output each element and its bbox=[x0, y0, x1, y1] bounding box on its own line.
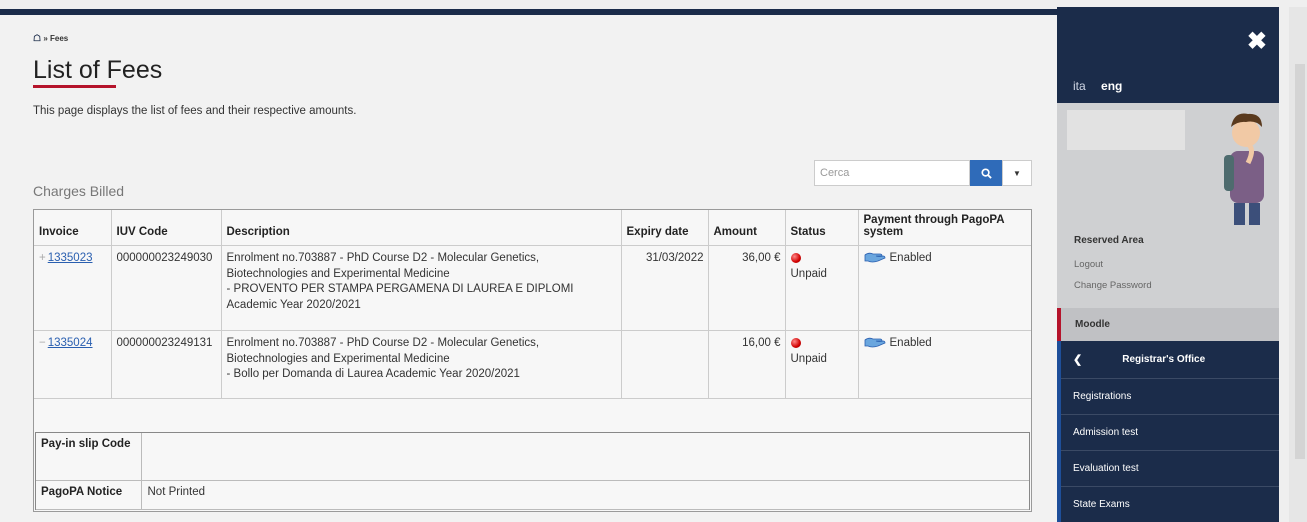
avatar bbox=[1224, 113, 1264, 225]
pay-in-slip-value bbox=[141, 433, 1029, 481]
col-payment-pagopa: Payment through PagoPA system bbox=[858, 210, 1031, 246]
side-menu-header: ✖ ita eng bbox=[1057, 7, 1279, 103]
page-description: This page displays the list of fees and … bbox=[33, 105, 357, 117]
payment-cell: Enabled bbox=[858, 330, 1031, 399]
main-content: ☖ » Fees List of Fees This page displays… bbox=[0, 15, 1057, 522]
pagopa-hand-icon bbox=[864, 253, 885, 263]
description-line: - PROVENTO PER STAMPA PERGAMENA DI LAURE… bbox=[226, 283, 574, 296]
lang-eng[interactable]: eng bbox=[1101, 79, 1122, 93]
close-icon[interactable]: ✖ bbox=[1247, 27, 1267, 56]
invoice-cell: −1335024 bbox=[34, 330, 112, 399]
col-status: Status bbox=[785, 210, 859, 246]
pagopa-hand-icon bbox=[864, 338, 885, 348]
payment-cell: Enabled bbox=[858, 245, 1031, 331]
pay-in-slip-label: Pay-in slip Code bbox=[36, 433, 142, 481]
pagopa-notice-value: Not Printed bbox=[141, 480, 1029, 510]
description-cell: Enrolment no.703887 - PhD Course D2 - Mo… bbox=[221, 330, 622, 399]
caret-down-icon: ▼ bbox=[1013, 168, 1021, 178]
iuv-cell: 000000023249030 bbox=[111, 245, 222, 331]
description-cell: Enrolment no.703887 - PhD Course D2 - Mo… bbox=[221, 245, 622, 331]
status-label: Unpaid bbox=[790, 352, 827, 365]
expand-toggle[interactable]: + bbox=[39, 252, 46, 264]
reserved-area-title: Reserved Area bbox=[1074, 235, 1144, 246]
registrar-back-button[interactable]: ❮ Registrar's Office bbox=[1061, 341, 1279, 379]
iuv-cell: 000000023249131 bbox=[111, 330, 222, 399]
menu-item-evaluation-test[interactable]: Evaluation test bbox=[1061, 451, 1279, 487]
col-amount: Amount bbox=[708, 210, 786, 246]
search-button[interactable] bbox=[970, 160, 1002, 186]
pagopa-notice-row: PagoPA Notice Not Printed bbox=[36, 480, 1029, 510]
pay-in-slip-table: Pay-in slip Code PagoPA Notice Not Print… bbox=[36, 433, 1029, 510]
payment-label: Enabled bbox=[889, 252, 932, 264]
logout-link[interactable]: Logout bbox=[1074, 259, 1103, 270]
breadcrumb-current: Fees bbox=[49, 34, 69, 43]
status-cell: Unpaid bbox=[785, 330, 859, 399]
pay-in-slip-row: Pay-in slip Code bbox=[36, 433, 1029, 481]
table-header-row: Invoice IUV Code Description Expiry date… bbox=[34, 210, 1031, 246]
description-line: Enrolment no.703887 - PhD Course D2 - Mo… bbox=[226, 337, 540, 349]
description-line: Enrolment no.703887 - PhD Course D2 - Mo… bbox=[226, 252, 540, 264]
pay-in-slip-box: Pay-in slip Code PagoPA Notice Not Print… bbox=[35, 432, 1030, 510]
moodle-menu-item[interactable]: Moodle bbox=[1057, 308, 1279, 341]
registrar-submenu: ❮ Registrar's Office Registrations Admis… bbox=[1057, 341, 1279, 522]
fees-table-container: Invoice IUV Code Description Expiry date… bbox=[33, 209, 1032, 512]
menu-item-registrations[interactable]: Registrations bbox=[1061, 379, 1279, 415]
menu-item-state-exams[interactable]: State Exams bbox=[1061, 487, 1279, 522]
lang-ita[interactable]: ita bbox=[1073, 79, 1086, 93]
pagopa-notice-label: PagoPA Notice bbox=[36, 480, 142, 510]
status-red-icon bbox=[790, 252, 801, 263]
section-title: Charges Billed bbox=[33, 183, 125, 199]
expand-toggle[interactable]: − bbox=[39, 337, 46, 349]
user-name-placeholder bbox=[1067, 110, 1185, 150]
expiry-cell: 31/03/2022 bbox=[621, 245, 709, 331]
amount-cell: 36,00 € bbox=[708, 245, 786, 331]
description-line: Biotechnologies and Experimental Medicin… bbox=[226, 267, 450, 280]
invoice-cell: +1335023 bbox=[34, 245, 112, 331]
fees-table: Invoice IUV Code Description Expiry date… bbox=[34, 210, 1031, 399]
status-cell: Unpaid bbox=[785, 245, 859, 331]
breadcrumb: ☖ » Fees bbox=[33, 33, 68, 44]
home-icon[interactable]: ☖ bbox=[33, 33, 41, 43]
status-label: Unpaid bbox=[790, 267, 827, 280]
search-options-button[interactable]: ▼ bbox=[1002, 160, 1032, 186]
search-icon bbox=[980, 167, 992, 179]
menu-item-admission-test[interactable]: Admission test bbox=[1061, 415, 1279, 451]
registrar-title: Registrar's Office bbox=[1122, 354, 1206, 365]
side-menu: ✖ ita eng Reserved Area Logout Change Pa… bbox=[1057, 7, 1279, 522]
scrollbar-thumb[interactable] bbox=[1295, 64, 1305, 459]
col-iuv-code: IUV Code bbox=[111, 210, 222, 246]
search-input[interactable]: Cerca bbox=[814, 160, 970, 186]
amount-cell: 16,00 € bbox=[708, 330, 786, 399]
status-red-icon bbox=[790, 337, 801, 348]
breadcrumb-separator: » bbox=[43, 34, 50, 43]
language-switcher: ita eng bbox=[1073, 79, 1122, 93]
col-description: Description bbox=[221, 210, 622, 246]
description-line: Biotechnologies and Experimental Medicin… bbox=[226, 352, 450, 365]
expiry-cell bbox=[621, 330, 709, 399]
table-row: −1335024 000000023249131 Enrolment no.70… bbox=[34, 330, 1031, 399]
col-invoice: Invoice bbox=[34, 210, 112, 246]
description-line: - Bollo per Domanda di Laurea Academic Y… bbox=[226, 368, 520, 381]
invoice-link[interactable]: 1335024 bbox=[48, 337, 93, 349]
table-row: +1335023 000000023249030 Enrolment no.70… bbox=[34, 245, 1031, 331]
description-line: Academic Year 2020/2021 bbox=[226, 298, 361, 311]
invoice-link[interactable]: 1335023 bbox=[48, 252, 93, 264]
payment-label: Enabled bbox=[889, 337, 932, 349]
change-password-link[interactable]: Change Password bbox=[1074, 280, 1152, 291]
page-title: List of Fees bbox=[33, 56, 163, 84]
title-underline bbox=[33, 85, 116, 88]
col-expiry-date: Expiry date bbox=[621, 210, 709, 246]
chevron-left-icon: ❮ bbox=[1073, 354, 1083, 366]
